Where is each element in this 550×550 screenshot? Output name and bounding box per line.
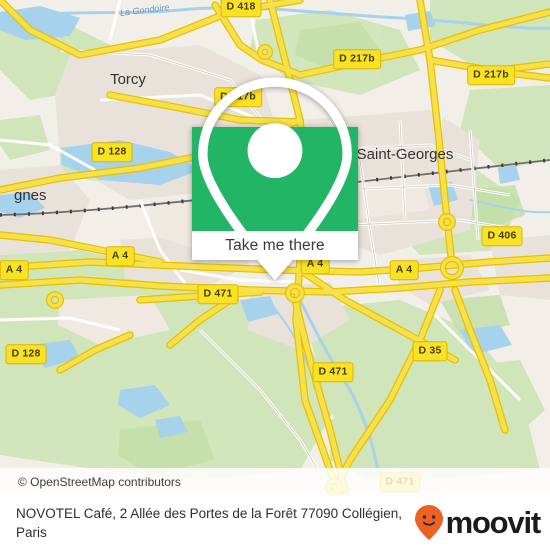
card-image-area <box>192 76 358 280</box>
map-label-lognes: gnes <box>14 187 47 204</box>
moovit-smiley-pin-icon <box>414 504 443 540</box>
map-pin-icon <box>198 76 352 280</box>
road-shield: D 406 <box>481 226 523 246</box>
moovit-wordmark: moovit <box>445 505 542 540</box>
map-attribution-bar: © OpenStreetMap contributors <box>0 468 550 495</box>
road-shield: A 4 <box>389 260 419 280</box>
road-shield: A 4 <box>0 260 29 280</box>
location-address: NOVOTEL Café, 2 Allée des Portes de la F… <box>16 505 402 540</box>
map-label-torcy: Torcy <box>110 71 146 88</box>
map-screenshot: Torcy Saint-Georges gnes La Gondoire D 4… <box>0 0 550 550</box>
moovit-logo[interactable]: moovit <box>414 504 542 542</box>
take-me-there-label: Take me there <box>225 236 325 254</box>
road-shield: D 35 <box>412 341 448 361</box>
footer-bar: NOVOTEL Café, 2 Allée des Portes de la F… <box>0 495 550 550</box>
take-me-there-card[interactable]: Take me there <box>192 76 358 280</box>
road-shield: D 217b <box>467 65 515 85</box>
road-shield: D 128 <box>91 142 133 162</box>
map-label-saint-georges: Saint-Georges <box>357 146 454 163</box>
map-canvas[interactable]: Torcy Saint-Georges gnes La Gondoire D 4… <box>0 0 550 495</box>
attribution-text: © OpenStreetMap contributors <box>18 474 181 489</box>
road-shield: A 4 <box>105 246 135 266</box>
road-shield: D 128 <box>5 344 47 364</box>
